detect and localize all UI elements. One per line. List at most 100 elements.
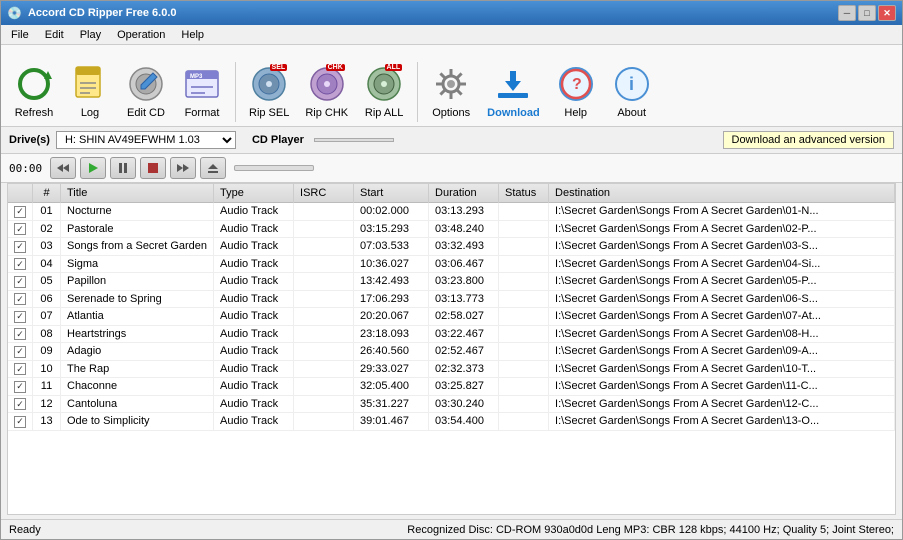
format-icon: MP3 [182,64,222,104]
row-dest: I:\Secret Garden\Songs From A Secret Gar… [549,238,895,256]
track-table: # Title Type ISRC Start Duration Status … [8,184,895,431]
row-checkbox[interactable] [8,360,33,378]
table-row[interactable]: 06 Serenade to Spring Audio Track 17:06.… [8,290,895,308]
checkbox-12[interactable] [14,416,26,428]
options-button[interactable]: Options [424,50,478,122]
row-title: Adagio [61,343,214,361]
row-isrc [294,360,354,378]
row-checkbox[interactable] [8,255,33,273]
rip-chk-button[interactable]: CHK Rip CHK [298,50,355,122]
checkbox-10[interactable] [14,381,26,393]
row-checkbox[interactable] [8,308,33,326]
row-duration: 02:58.027 [429,308,499,326]
row-dest: I:\Secret Garden\Songs From A Secret Gar… [549,203,895,221]
row-dest: I:\Secret Garden\Songs From A Secret Gar… [549,220,895,238]
table-row[interactable]: 05 Papillon Audio Track 13:42.493 03:23.… [8,273,895,291]
table-container: # Title Type ISRC Start Duration Status … [8,184,895,514]
table-row[interactable]: 02 Pastorale Audio Track 03:15.293 03:48… [8,220,895,238]
table-row[interactable]: 12 Cantoluna Audio Track 35:31.227 03:30… [8,395,895,413]
help-label: Help [564,107,587,119]
row-checkbox[interactable] [8,413,33,431]
rip-all-button[interactable]: ALL Rip ALL [357,50,411,122]
row-checkbox[interactable] [8,378,33,396]
about-button[interactable]: i About [605,50,659,122]
minimize-button[interactable]: ─ [838,5,856,21]
table-row[interactable]: 01 Nocturne Audio Track 00:02.000 03:13.… [8,203,895,221]
rip-chk-icon: CHK [307,64,347,104]
checkbox-1[interactable] [14,223,26,235]
row-checkbox[interactable] [8,325,33,343]
eject-button[interactable] [200,157,226,179]
refresh-button[interactable]: Refresh [7,50,61,122]
options-icon [431,64,471,104]
checkbox-9[interactable] [14,363,26,375]
about-label: About [617,107,646,119]
row-checkbox[interactable] [8,220,33,238]
menu-help[interactable]: Help [175,27,210,43]
rip-sel-button[interactable]: SEL Rip SEL [242,50,296,122]
row-dest: I:\Secret Garden\Songs From A Secret Gar… [549,378,895,396]
download-button[interactable]: Download [480,50,547,122]
table-row[interactable]: 11 Chaconne Audio Track 32:05.400 03:25.… [8,378,895,396]
log-button[interactable]: Log [63,50,117,122]
row-title: Atlantia [61,308,214,326]
checkbox-7[interactable] [14,328,26,340]
checkbox-8[interactable] [14,346,26,358]
menu-operation[interactable]: Operation [111,27,171,43]
rewind-button[interactable] [50,157,76,179]
row-checkbox[interactable] [8,273,33,291]
checkbox-2[interactable] [14,241,26,253]
play-button[interactable] [80,157,106,179]
close-button[interactable]: ✕ [878,5,896,21]
checkbox-5[interactable] [14,293,26,305]
row-status [499,203,549,221]
row-checkbox[interactable] [8,238,33,256]
table-row[interactable]: 10 The Rap Audio Track 29:33.027 02:32.3… [8,360,895,378]
maximize-button[interactable]: □ [858,5,876,21]
table-row[interactable]: 03 Songs from a Secret Garden Audio Trac… [8,238,895,256]
edit-cd-button[interactable]: Edit CD [119,50,173,122]
menu-file[interactable]: File [5,27,35,43]
help-button[interactable]: ? Help [549,50,603,122]
row-start: 13:42.493 [354,273,429,291]
row-status [499,413,549,431]
col-title: Title [61,184,214,203]
row-dest: I:\Secret Garden\Songs From A Secret Gar… [549,395,895,413]
menu-edit[interactable]: Edit [39,27,70,43]
checkbox-4[interactable] [14,276,26,288]
format-button[interactable]: MP3 Format [175,50,229,122]
drive-select[interactable]: H: SHIN AV49EFWHM 1.03 [56,131,236,149]
row-isrc [294,203,354,221]
checkbox-6[interactable] [14,311,26,323]
drives-section: Drive(s) H: SHIN AV49EFWHM 1.03 [9,131,236,149]
row-checkbox[interactable] [8,203,33,221]
row-title: Heartstrings [61,325,214,343]
player-progress[interactable] [314,138,394,142]
row-type: Audio Track [214,413,294,431]
table-row[interactable]: 04 Sigma Audio Track 10:36.027 03:06.467… [8,255,895,273]
table-row[interactable]: 07 Atlantia Audio Track 20:20.067 02:58.… [8,308,895,326]
row-type: Audio Track [214,255,294,273]
table-row[interactable]: 09 Adagio Audio Track 26:40.560 02:52.46… [8,343,895,361]
volume-slider[interactable] [234,165,314,171]
row-status [499,220,549,238]
svg-text:?: ? [572,76,582,93]
checkbox-3[interactable] [14,258,26,270]
row-duration: 03:30.240 [429,395,499,413]
row-num: 12 [33,395,61,413]
row-dest: I:\Secret Garden\Songs From A Secret Gar… [549,290,895,308]
checkbox-11[interactable] [14,398,26,410]
row-dest: I:\Secret Garden\Songs From A Secret Gar… [549,343,895,361]
checkbox-0[interactable] [14,206,26,218]
row-checkbox[interactable] [8,343,33,361]
table-row[interactable]: 08 Heartstrings Audio Track 23:18.093 03… [8,325,895,343]
row-checkbox[interactable] [8,290,33,308]
table-row[interactable]: 13 Ode to Simplicity Audio Track 39:01.4… [8,413,895,431]
stop-button[interactable] [140,157,166,179]
menu-play[interactable]: Play [74,27,107,43]
row-checkbox[interactable] [8,395,33,413]
row-title: Papillon [61,273,214,291]
pause-button[interactable] [110,157,136,179]
col-num: # [33,184,61,203]
fast-forward-button[interactable] [170,157,196,179]
